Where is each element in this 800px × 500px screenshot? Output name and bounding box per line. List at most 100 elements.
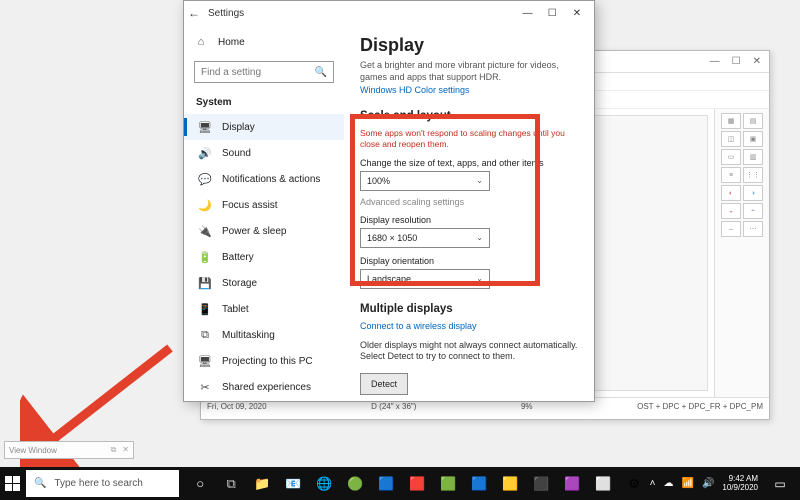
search-placeholder: Find a setting — [201, 67, 261, 78]
settings-search[interactable]: Find a setting 🔍 — [194, 61, 334, 83]
app4-icon[interactable]: ⬛ — [526, 467, 557, 500]
maximize-button[interactable]: ☐ — [541, 4, 563, 22]
close-icon[interactable]: ✕ — [753, 56, 761, 67]
excel-icon[interactable]: 🟩 — [433, 467, 464, 500]
storage-icon: 💾 — [198, 277, 212, 290]
maximize-icon[interactable]: ☐ — [732, 56, 741, 67]
taskview-icon[interactable]: ⧉ — [216, 467, 247, 500]
sidebar-item-projecting[interactable]: 🖥 Projecting to this PC — [184, 348, 344, 374]
scale-select[interactable]: 100% ⌄ — [360, 171, 490, 191]
scale-value: 100% — [367, 176, 390, 186]
hdr-link[interactable]: Windows HD Color settings — [360, 85, 470, 95]
scale-label: Change the size of text, apps, and other… — [360, 158, 578, 168]
advanced-scaling-link[interactable]: Advanced scaling settings — [360, 197, 578, 207]
taskbar-clock[interactable]: 9:42 AM 10/9/2020 — [722, 475, 758, 493]
sidebar-item-notifications[interactable]: 💬 Notifications & actions — [184, 166, 344, 192]
sidebar-item-label: Multitasking — [222, 330, 275, 341]
app5-icon[interactable]: 🟪 — [557, 467, 588, 500]
shared-icon: ✂ — [198, 381, 212, 394]
resolution-label: Display resolution — [360, 215, 578, 225]
tray-chevron-icon[interactable]: ˄ — [650, 478, 656, 489]
orientation-select[interactable]: Landscape ⌄ — [360, 269, 490, 289]
settings-window: ← Settings — ☐ ✕ ⌂ Home Find a setting 🔍… — [183, 0, 595, 402]
chrome-icon[interactable]: 🟢 — [340, 467, 371, 500]
sidebar-item-label: Display — [222, 122, 255, 133]
restore-icon[interactable]: ⧉ — [111, 445, 117, 455]
app3-icon[interactable]: 🟨 — [495, 467, 526, 500]
minimize-button[interactable]: — — [516, 4, 538, 22]
tablet-icon: 📱 — [198, 303, 212, 316]
projecting-icon: 🖥 — [198, 355, 212, 368]
onedrive-icon[interactable]: ☁ — [664, 478, 674, 489]
sidebar-item-display[interactable]: 🖥 Display — [184, 114, 344, 140]
action-center-icon[interactable]: ▭ — [766, 467, 794, 500]
sidebar-category: System — [184, 93, 344, 114]
sidebar-item-multitasking[interactable]: ⧉ Multitasking — [184, 322, 344, 348]
explorer-icon[interactable]: 📁 — [247, 467, 278, 500]
sidebar-item-storage[interactable]: 💾 Storage — [184, 270, 344, 296]
sidebar-home[interactable]: ⌂ Home — [184, 29, 344, 55]
chevron-down-icon: ⌄ — [476, 176, 483, 185]
window-title: Settings — [208, 8, 244, 19]
multitasking-icon: ⧉ — [198, 329, 212, 342]
chevron-down-icon: ⌄ — [476, 274, 483, 283]
cortana-icon[interactable]: ○ — [185, 467, 216, 500]
sidebar-item-shared[interactable]: ✂ Shared experiences — [184, 374, 344, 400]
sidebar-item-focus-assist[interactable]: 🌙 Focus assist — [184, 192, 344, 218]
close-icon[interactable]: ✕ — [122, 445, 129, 455]
taskbar-search[interactable]: 🔍 Type here to search — [26, 470, 179, 497]
sidebar-item-battery[interactable]: 🔋 Battery — [184, 244, 344, 270]
minimized-window-preview[interactable]: View Window ⧉ ✕ — [4, 441, 134, 459]
windows-logo-icon — [5, 476, 20, 491]
minimize-icon[interactable]: — — [710, 56, 720, 67]
ghost-title: View Window — [9, 446, 57, 455]
sidebar-item-tablet[interactable]: 📱 Tablet — [184, 296, 344, 322]
hdr-description: Get a brighter and more vibrant picture … — [360, 60, 578, 83]
sidebar-item-sound[interactable]: 🔊 Sound — [184, 140, 344, 166]
power-icon: 🔌 — [198, 225, 212, 238]
sidebar-item-power[interactable]: 🔌 Power & sleep — [184, 218, 344, 244]
app6-icon[interactable]: ⬜ — [588, 467, 619, 500]
status-pct: 9% — [521, 402, 533, 411]
wireless-link[interactable]: Connect to a wireless display — [360, 321, 477, 331]
sidebar-item-label: Power & sleep — [222, 226, 286, 237]
resolution-select[interactable]: 1680 × 1050 ⌄ — [360, 228, 490, 248]
home-label: Home — [218, 37, 245, 48]
multi-heading: Multiple displays — [360, 303, 578, 315]
volume-icon[interactable]: 🔊 — [702, 478, 714, 489]
status-dims: D (24" x 36") — [371, 402, 416, 411]
sidebar-item-label: Storage — [222, 278, 257, 289]
sidebar-item-label: Focus assist — [222, 200, 278, 211]
edge-icon[interactable]: 🌐 — [309, 467, 340, 500]
sidebar-item-label: Battery — [222, 252, 254, 263]
search-icon: 🔍 — [34, 478, 46, 489]
bg-side-panel: ▦▤ ◫▣ ▭▥ ≡⋮⋮ ◐◑ ◒◓ –⋯ — [714, 109, 769, 397]
taskbar: 🔍 Type here to search ○ ⧉ 📁 📧 🌐 🟢 🟦 🟥 🟩 … — [0, 467, 800, 500]
sidebar-item-label: Tablet — [222, 304, 249, 315]
back-icon[interactable]: ← — [188, 6, 200, 20]
sound-icon: 🔊 — [198, 147, 212, 160]
notifications-icon: 💬 — [198, 173, 212, 186]
page-title: Display — [360, 35, 578, 56]
network-icon[interactable]: 📶 — [682, 478, 694, 489]
app1-icon[interactable]: 🟦 — [371, 467, 402, 500]
home-icon: ⌂ — [194, 35, 208, 49]
detect-button[interactable]: Detect — [360, 373, 408, 395]
settings-content: Display Get a brighter and more vibrant … — [344, 25, 594, 401]
status-date: Fri, Oct 09, 2020 — [207, 402, 267, 411]
search-icon: 🔍 — [315, 67, 327, 78]
scale-warning: Some apps won't respond to scaling chang… — [360, 128, 578, 149]
status-right: OST + DPC + DPC_FR + DPC_PM — [637, 402, 763, 411]
display-icon: 🖥 — [198, 121, 212, 134]
app2-icon[interactable]: 🟥 — [402, 467, 433, 500]
clock-date: 10/9/2020 — [722, 484, 758, 493]
start-button[interactable] — [0, 467, 26, 500]
system-tray: ˄ ☁ 📶 🔊 9:42 AM 10/9/2020 ▭ — [650, 467, 800, 500]
close-button[interactable]: ✕ — [566, 4, 588, 22]
taskbar-search-placeholder: Type here to search — [54, 478, 142, 489]
settings-taskbar-icon[interactable]: ⚙ — [619, 467, 650, 500]
multi-desc: Older displays might not always connect … — [360, 340, 578, 363]
settings-sidebar: ⌂ Home Find a setting 🔍 System 🖥 Display… — [184, 25, 344, 401]
word-icon[interactable]: 🟦 — [464, 467, 495, 500]
mail-icon[interactable]: 📧 — [278, 467, 309, 500]
